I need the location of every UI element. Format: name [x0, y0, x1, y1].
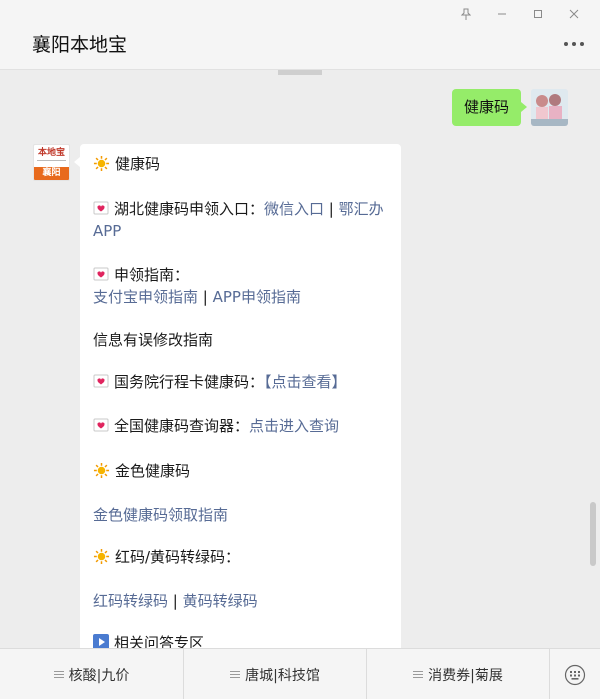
link-alipay-guide[interactable]: 支付宝申领指南 [93, 288, 198, 306]
incoming-message: 本地宝 襄阳 健康码 湖北健康码申领入口：微信入口 | 鄂汇办 APP 申领指南… [33, 144, 401, 648]
menu-line-hubei-wrap: APP [93, 220, 393, 242]
text-fix-info-guide[interactable]: 信息有误修改指南 [93, 331, 213, 349]
link-gold-guide[interactable]: 金色健康码领取指南 [93, 506, 228, 524]
menu-item-2[interactable]: 唐城|科技馆 [184, 649, 367, 699]
menu-item-3[interactable]: 消费券|菊展 [367, 649, 550, 699]
menu-item-2-label: 唐城|科技馆 [245, 667, 320, 684]
menu-line-gold: 金色健康码 [93, 460, 393, 482]
chat-area: 健康码 本地宝 襄阳 健康码 湖北健康码申领入口：微信入口 | 鄂汇办 APP … [0, 71, 600, 648]
link-red-to-green[interactable]: 红码转绿码 [93, 592, 168, 610]
menu-line-faq: 相关问答专区 [93, 632, 393, 648]
label-apply-guide: 申领指南： [114, 266, 190, 284]
link-enter-query[interactable]: 点击进入查询 [249, 417, 339, 435]
pin-icon[interactable] [448, 4, 484, 24]
avatar-label-top: 本地宝 [37, 148, 65, 158]
menu-item-1[interactable]: 核酸|九价 [0, 649, 184, 699]
menu-line-health-code: 健康码 [93, 153, 393, 175]
play-icon [93, 634, 109, 648]
love-letter-icon [93, 201, 109, 215]
label-national-query: 全国健康码查询器： [114, 417, 250, 435]
heading-faq: 相关问答专区 [114, 634, 205, 648]
menu-lines-icon [413, 669, 424, 680]
menu-lines-icon [230, 669, 241, 680]
menu-line-guide-links: 支付宝申领指南 | APP申领指南 [93, 286, 393, 308]
link-yellow-to-green[interactable]: 黄码转绿码 [183, 592, 258, 610]
label-itinerary-card: 国务院行程卡健康码： [114, 373, 265, 391]
heading-health-code: 健康码 [115, 155, 161, 173]
maximize-icon[interactable] [520, 4, 556, 24]
menu-lines-icon [53, 669, 64, 680]
menu-line-convert: 红码/黄码转绿码： [93, 546, 393, 568]
love-letter-icon [93, 374, 109, 388]
heading-convert: 红码/黄码转绿码： [115, 548, 241, 566]
separator: | [324, 200, 339, 218]
menu-line-national: 全国健康码查询器：点击进入查询 [93, 415, 393, 437]
avatar-divider [37, 160, 66, 163]
menu-line-guide: 申领指南： [93, 264, 393, 286]
avatar-label-bottom: 襄阳 [34, 167, 69, 180]
love-letter-icon [93, 418, 109, 432]
link-click-view[interactable]: 【点击查看】 [264, 373, 347, 391]
menu-item-3-label: 消费券|菊展 [428, 667, 503, 684]
minimize-icon[interactable] [484, 4, 520, 24]
menu-line-convert-links: 红码转绿码 | 黄码转绿码 [93, 590, 393, 612]
outgoing-bubble[interactable]: 健康码 [451, 89, 528, 126]
sun-icon [93, 155, 110, 172]
outgoing-message: 健康码 [451, 89, 568, 126]
more-options-icon[interactable] [564, 38, 586, 50]
close-icon[interactable] [556, 4, 592, 24]
link-ehuiban[interactable]: 鄂汇办 [339, 200, 384, 218]
keyboard-toggle-icon[interactable] [550, 649, 600, 699]
bottom-menu: 核酸|九价 唐城|科技馆 消费券|菊展 [0, 648, 600, 699]
sun-icon [93, 462, 110, 479]
sun-icon [93, 548, 110, 565]
my-avatar[interactable] [531, 89, 568, 126]
menu-line-hubei: 湖北健康码申领入口：微信入口 | 鄂汇办 [93, 198, 393, 220]
love-letter-icon [93, 267, 109, 281]
chat-title: 襄阳本地宝 [32, 34, 128, 56]
title-bar: 襄阳本地宝 [0, 0, 600, 70]
heading-gold-code: 金色健康码 [115, 462, 191, 480]
separator: | [168, 592, 183, 610]
incoming-bubble: 健康码 湖北健康码申领入口：微信入口 | 鄂汇办 APP 申领指南： 支付宝申领… [74, 144, 401, 648]
menu-line-itinerary: 国务院行程卡健康码：【点击查看】 [93, 371, 393, 393]
window-controls [448, 4, 592, 24]
link-ehuiban-app[interactable]: APP [93, 222, 121, 240]
label-hubei-entry: 湖北健康码申领入口： [114, 200, 265, 218]
separator: | [198, 288, 213, 306]
chat-scrollbar[interactable] [590, 502, 596, 566]
menu-line-gold-link: 金色健康码领取指南 [93, 504, 393, 526]
menu-item-1-label: 核酸|九价 [68, 667, 130, 684]
official-account-avatar[interactable]: 本地宝 襄阳 [33, 144, 70, 181]
link-app-guide[interactable]: APP申领指南 [213, 288, 301, 306]
link-wechat-entry[interactable]: 微信入口 [264, 200, 324, 218]
menu-line-fix-info[interactable]: 信息有误修改指南 [93, 329, 393, 351]
